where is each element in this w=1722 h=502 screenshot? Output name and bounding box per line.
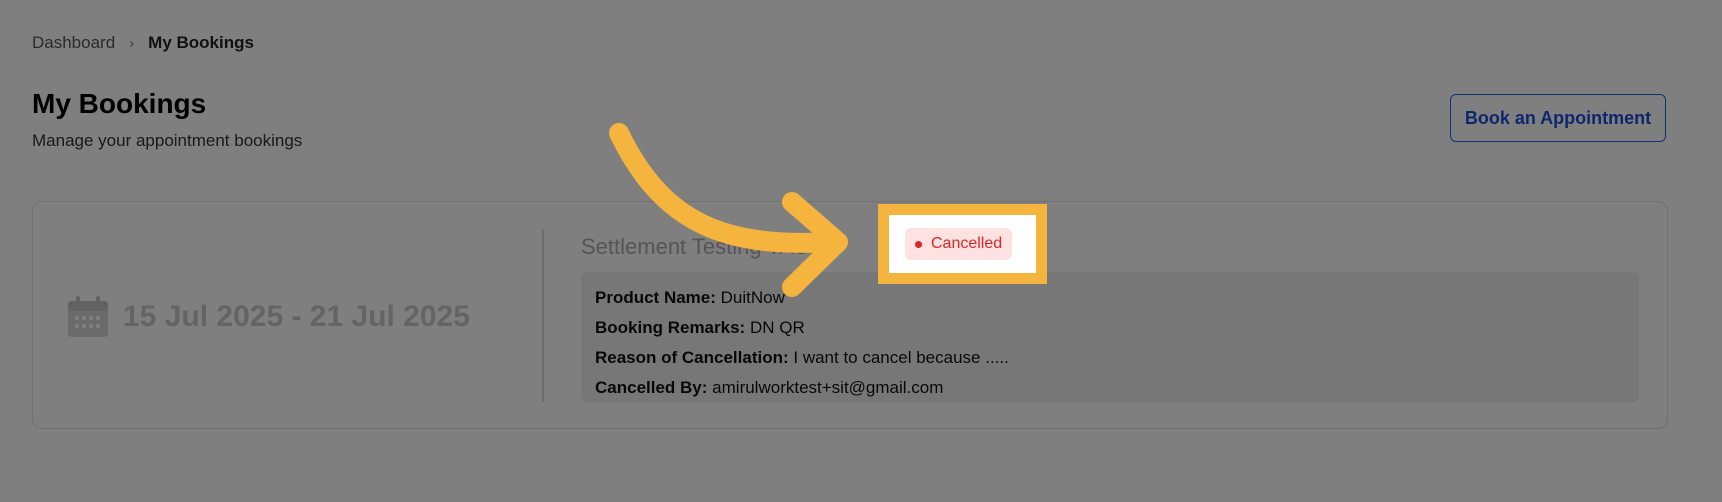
arrow-annotation-icon (609, 123, 848, 297)
page: Dashboard › My Bookings My Bookings Mana… (0, 0, 1722, 502)
